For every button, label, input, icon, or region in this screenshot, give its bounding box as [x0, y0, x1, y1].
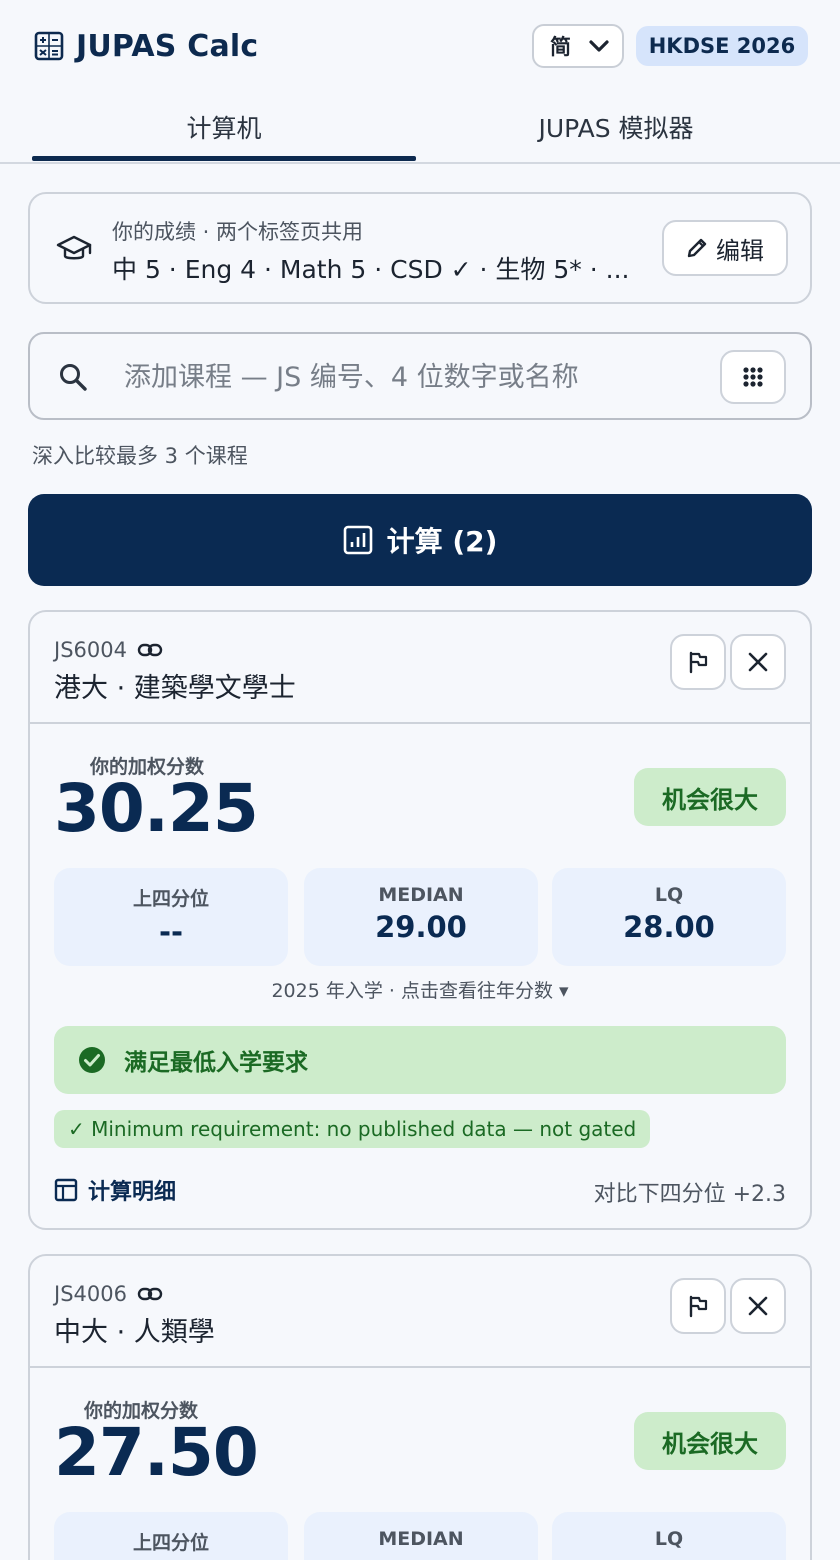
stat-upper-quartile: 上四分位: [54, 1512, 288, 1560]
stat-value: 29.00: [375, 910, 467, 944]
stat-label: 上四分位: [132, 888, 209, 910]
requirement-note: ✓ Minimum requirement: no published data…: [54, 1110, 651, 1148]
flag-icon: [689, 651, 708, 674]
chance-badge: 机会很大: [634, 768, 786, 826]
graduation-cap-icon: [56, 235, 92, 260]
check-circle-icon: [79, 1047, 105, 1073]
course-name: 中大 · 人類學: [54, 1317, 215, 1348]
course-card-header: JS6004 港大 · 建築學文學士: [30, 612, 810, 724]
calculation-breakdown-button[interactable]: 计算明细: [54, 1174, 176, 1206]
top-bar: JUPAS Calc 简 HKDSE 2026: [0, 0, 840, 92]
course-card-header: JS4006 中大 · 人類學: [30, 1256, 810, 1368]
search-icon: [60, 364, 87, 391]
scores-summary: 中 5 · Eng 4 · Math 5 · CSD ✓ · 生物 5* · .…: [112, 255, 630, 284]
chance-badge: 机会很大: [634, 1412, 786, 1470]
calculator-icon: [34, 31, 64, 61]
chevron-down-icon: [589, 40, 609, 52]
stat-value: 28.00: [623, 910, 715, 944]
tab-jupas-simulator[interactable]: JUPAS 模拟器: [424, 92, 808, 162]
stat-lower-quartile: LQ: [552, 1512, 786, 1560]
requirement-status: 满足最低入学要求: [54, 1026, 786, 1094]
grid-icon: [743, 367, 763, 387]
flag-icon: [689, 1295, 708, 1318]
table-icon: [54, 1178, 78, 1202]
browse-courses-button[interactable]: [720, 350, 786, 404]
edit-label: 编辑: [716, 236, 764, 265]
tab-bar: 计算机 JUPAS 模拟器: [0, 92, 840, 164]
breakdown-label: 计算明细: [88, 1180, 177, 1205]
close-icon: [748, 652, 768, 672]
link-icon[interactable]: [137, 1286, 163, 1302]
stat-label: LQ: [654, 884, 684, 906]
close-icon: [748, 1296, 768, 1316]
calculate-label: 计算 (2): [386, 525, 498, 558]
stat-median: MEDIAN 29.00: [304, 868, 538, 966]
brand: JUPAS Calc: [34, 26, 258, 66]
scores-label: 你的成绩 · 两个标签页共用: [112, 220, 364, 244]
stat-label: MEDIAN: [378, 884, 464, 906]
language-select-value: 简: [550, 35, 571, 59]
app-title: JUPAS Calc: [76, 28, 259, 64]
course-code-text: JS4006: [54, 1282, 127, 1306]
remove-course-button[interactable]: [730, 634, 786, 690]
flag-course-button[interactable]: [670, 634, 726, 690]
course-card: JS4006 中大 · 人類學 你的加权分数 27.50 机会很大 上四分位 M…: [28, 1254, 812, 1560]
tab-calculator[interactable]: 计算机: [32, 92, 416, 162]
exam-year-badge: HKDSE 2026: [636, 26, 808, 66]
stat-value: --: [158, 915, 184, 949]
course-search-box: [28, 332, 812, 420]
edit-scores-button[interactable]: 编辑: [662, 220, 788, 276]
course-name: 港大 · 建築學文學士: [54, 673, 296, 704]
stat-lower-quartile: LQ 28.00: [552, 868, 786, 966]
compare-hint: 深入比较最多 3 个课程: [32, 444, 248, 468]
link-icon[interactable]: [137, 642, 163, 658]
remove-course-button[interactable]: [730, 1278, 786, 1334]
language-select[interactable]: 简: [532, 24, 624, 68]
stat-upper-quartile: 上四分位 --: [54, 868, 288, 966]
admission-year-toggle[interactable]: 2025 年入学 · 点击查看往年分数 ▾: [30, 976, 810, 1003]
pencil-icon: [687, 238, 707, 258]
course-search-input[interactable]: [124, 354, 704, 400]
active-tab-indicator: [32, 156, 416, 161]
weighted-score-value: 27.50: [54, 1414, 259, 1491]
vs-lower-quartile: 对比下四分位 +2.3: [593, 1182, 786, 1207]
course-code: JS6004: [54, 638, 163, 662]
calculate-button[interactable]: 计算 (2): [28, 494, 812, 586]
course-code-text: JS6004: [54, 638, 127, 662]
stat-median: MEDIAN: [304, 1512, 538, 1560]
stat-label: LQ: [654, 1528, 684, 1550]
your-scores-card: 你的成绩 · 两个标签页共用 中 5 · Eng 4 · Math 5 · CS…: [28, 192, 812, 304]
weighted-score-value: 30.25: [54, 770, 259, 847]
flag-course-button[interactable]: [670, 1278, 726, 1334]
stat-label: MEDIAN: [378, 1528, 464, 1550]
chart-icon: [343, 525, 372, 555]
course-card: JS6004 港大 · 建築學文學士 你的加权分数 30.25 机会很大 上四分…: [28, 610, 812, 1230]
requirement-text: 满足最低入学要求: [124, 1050, 308, 1076]
course-code: JS4006: [54, 1282, 163, 1306]
stat-label: 上四分位: [132, 1532, 209, 1554]
